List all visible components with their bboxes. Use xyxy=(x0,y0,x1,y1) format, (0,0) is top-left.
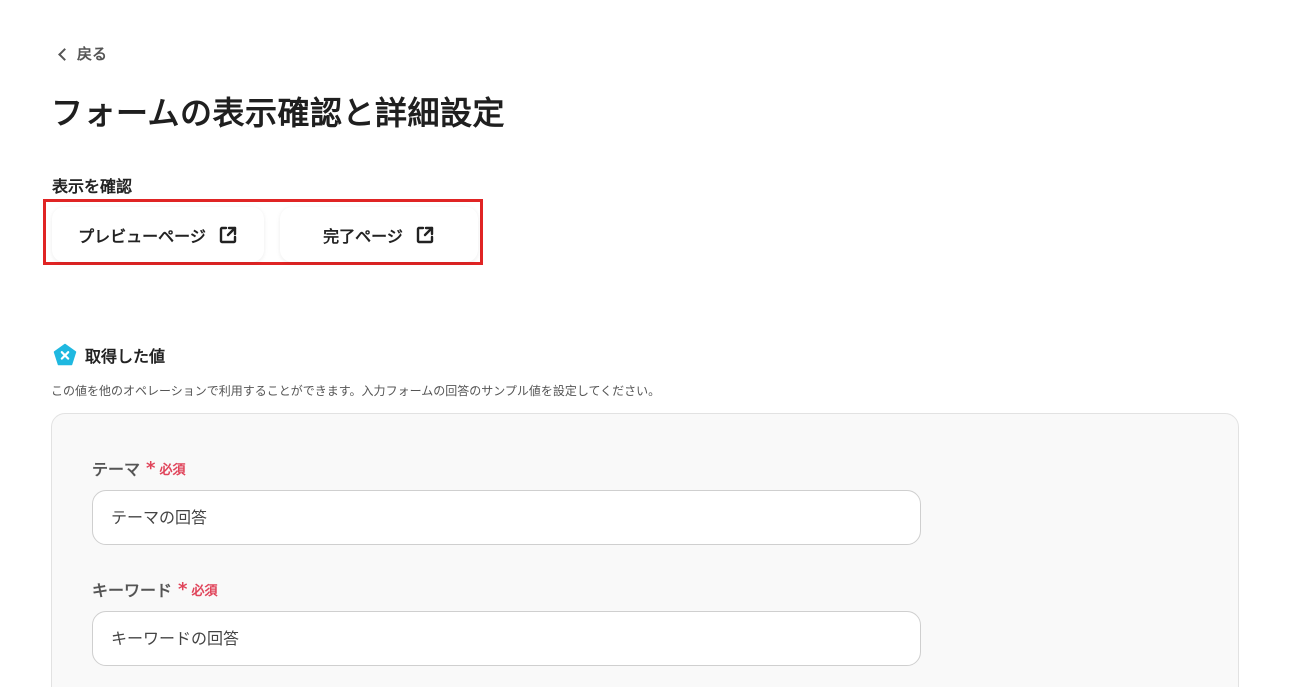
preview-page-button[interactable]: プレビューページ xyxy=(52,207,264,262)
external-link-icon xyxy=(218,225,238,245)
complete-page-button[interactable]: 完了ページ xyxy=(280,207,478,262)
required-asterisk: * xyxy=(178,578,188,600)
back-link[interactable]: 戻る xyxy=(58,43,108,64)
field-label-theme: テーマ * 必須 xyxy=(92,456,185,480)
theme-answer-input[interactable] xyxy=(92,490,921,545)
acquired-values-description: この値を他のオペレーションで利用することができます。入力フォームの回答のサンプル… xyxy=(51,384,661,398)
preview-page-label: プレビューページ xyxy=(78,226,206,246)
acquired-values-title: 取得した値 xyxy=(85,347,166,366)
acquired-values-header: 取得した値 xyxy=(53,343,165,367)
x-pentagon-icon xyxy=(53,343,77,366)
page: 戻る フォームの表示確認と詳細設定 表示を確認 プレビューページ 完了ページ 取… xyxy=(0,0,1292,687)
chevron-left-icon xyxy=(58,47,71,61)
required-badge: 必須 xyxy=(159,462,186,478)
field-label-text: テーマ xyxy=(92,460,141,479)
display-check-label: 表示を確認 xyxy=(52,177,133,196)
required-asterisk: * xyxy=(146,457,156,479)
complete-page-label: 完了ページ xyxy=(323,226,403,246)
field-label-text: キーワード xyxy=(92,581,173,600)
page-title: フォームの表示確認と詳細設定 xyxy=(51,94,506,132)
field-label-keyword: キーワード * 必須 xyxy=(92,577,217,601)
required-badge: 必須 xyxy=(191,583,218,599)
back-label: 戻る xyxy=(77,45,108,63)
external-link-icon xyxy=(415,225,435,245)
keyword-answer-input[interactable] xyxy=(92,611,921,666)
